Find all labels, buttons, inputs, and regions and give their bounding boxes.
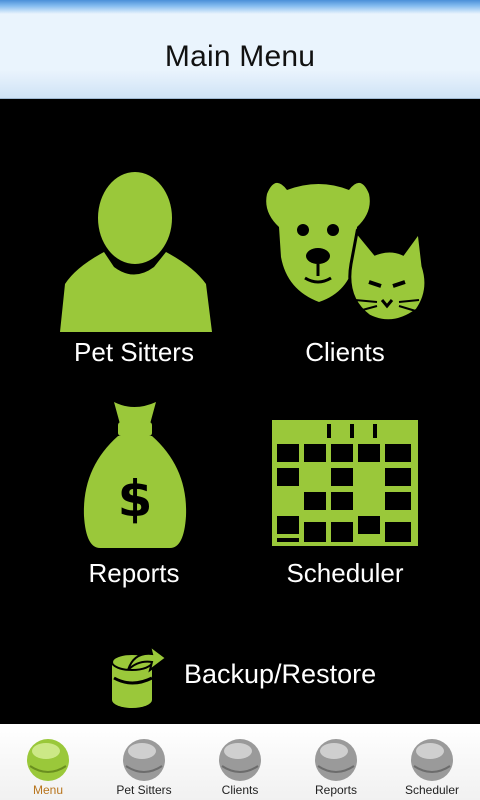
ball-icon	[27, 739, 69, 781]
page-title: Main Menu	[164, 40, 316, 73]
clients-tile[interactable]: Clients	[245, 172, 445, 382]
tab-reports[interactable]: Reports	[288, 724, 384, 800]
tab-scheduler[interactable]: Scheduler	[384, 724, 480, 800]
backup-icon	[111, 644, 168, 708]
backup-restore-button[interactable]: Backup/Restore	[100, 642, 400, 712]
pet-sitters-tile[interactable]: Pet Sitters	[34, 172, 234, 382]
svg-text:$: $	[118, 470, 153, 528]
tab-menu[interactable]: Menu	[0, 724, 96, 800]
ball-icon	[219, 739, 261, 781]
reports-label: Reports	[88, 558, 180, 588]
reports-tile[interactable]: $ Reports	[34, 398, 234, 608]
person-icon	[60, 172, 212, 332]
tab-label: Pet Sitters	[116, 783, 172, 797]
scheduler-label: Scheduler	[286, 558, 404, 588]
tab-pet-sitters[interactable]: Pet Sitters	[96, 724, 192, 800]
backup-restore-label: Backup/Restore	[184, 659, 377, 689]
calendar-grid-icon	[272, 420, 418, 546]
ball-icon	[315, 739, 357, 781]
ball-icon	[123, 739, 165, 781]
header-bar: Main Menu	[0, 0, 480, 99]
money-bag-icon: $	[83, 402, 187, 548]
tab-label: Clients	[221, 783, 259, 797]
tab-label: Scheduler	[404, 783, 460, 797]
ball-icon	[411, 739, 453, 781]
tab-label: Menu	[32, 783, 64, 797]
dog-cat-icon	[266, 182, 428, 323]
scheduler-tile[interactable]: Scheduler	[245, 398, 445, 608]
tab-clients[interactable]: Clients	[192, 724, 288, 800]
clients-label: Clients	[305, 337, 385, 367]
tab-label: Reports	[314, 783, 358, 797]
tab-bar: Menu Pet Sitters Clients Reports Schedul…	[0, 724, 480, 800]
pet-sitters-label: Pet Sitters	[74, 337, 194, 367]
